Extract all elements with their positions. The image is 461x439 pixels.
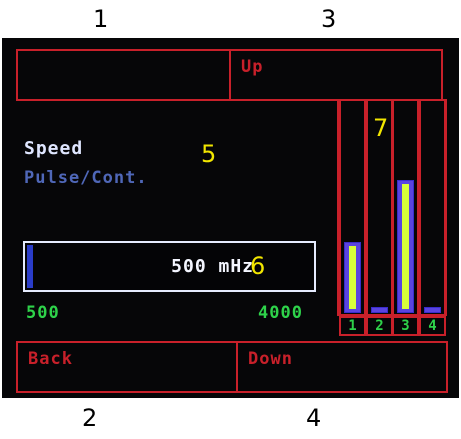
channel-bar-1: 1 [339,99,366,336]
up-softkey-label: Up [241,57,264,77]
down-softkey[interactable]: Down [236,341,448,393]
channel-bar-1-fill [344,242,361,313]
callout-label-4: 4 [306,404,322,432]
channel-bar-2-fill [371,307,388,313]
parameter-name: Speed [24,138,84,159]
callout-label-7: 7 [373,114,389,142]
value-readout: 500 mHz [171,256,254,277]
channel-bar-3: 3 [392,99,419,336]
channel-bar-4-fill [424,307,441,313]
channel-bar-3-label: 3 [394,316,417,334]
range-max-label: 4000 [258,303,303,323]
range-min-label: 500 [26,303,60,323]
parameter-mode: Pulse/Cont. [24,168,148,188]
down-softkey-label: Down [248,349,293,369]
callout-label-3: 3 [321,5,337,33]
back-softkey[interactable]: Back [16,341,238,393]
channel-bar-3-fill [397,180,414,313]
lcd-screen: Up Speed Pulse/Cont. 5 500 mHz 6 500 400… [2,38,459,398]
callout-label-6: 6 [250,252,266,280]
channel-bar-1-label: 1 [341,316,364,334]
channel-bar-2-label: 2 [368,316,391,334]
callout-label-2: 2 [82,404,98,432]
back-softkey-label: Back [28,349,73,369]
value-bar[interactable]: 500 mHz [23,241,316,292]
callout-label-5: 5 [201,140,217,168]
up-softkey[interactable]: Up [229,49,443,101]
channel-bar-4: 4 [419,99,446,336]
softkey-1[interactable] [16,49,231,101]
channel-bar-4-label: 4 [421,316,444,334]
callout-label-1: 1 [93,5,109,33]
